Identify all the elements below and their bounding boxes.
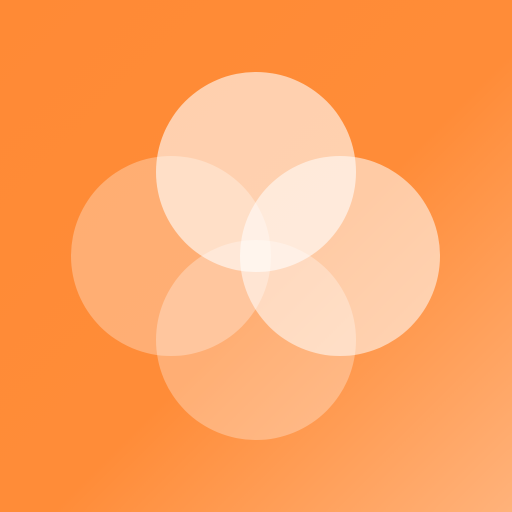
four-circle-flower-icon [0, 0, 512, 512]
top-petal [156, 72, 356, 272]
app-icon [0, 0, 512, 512]
